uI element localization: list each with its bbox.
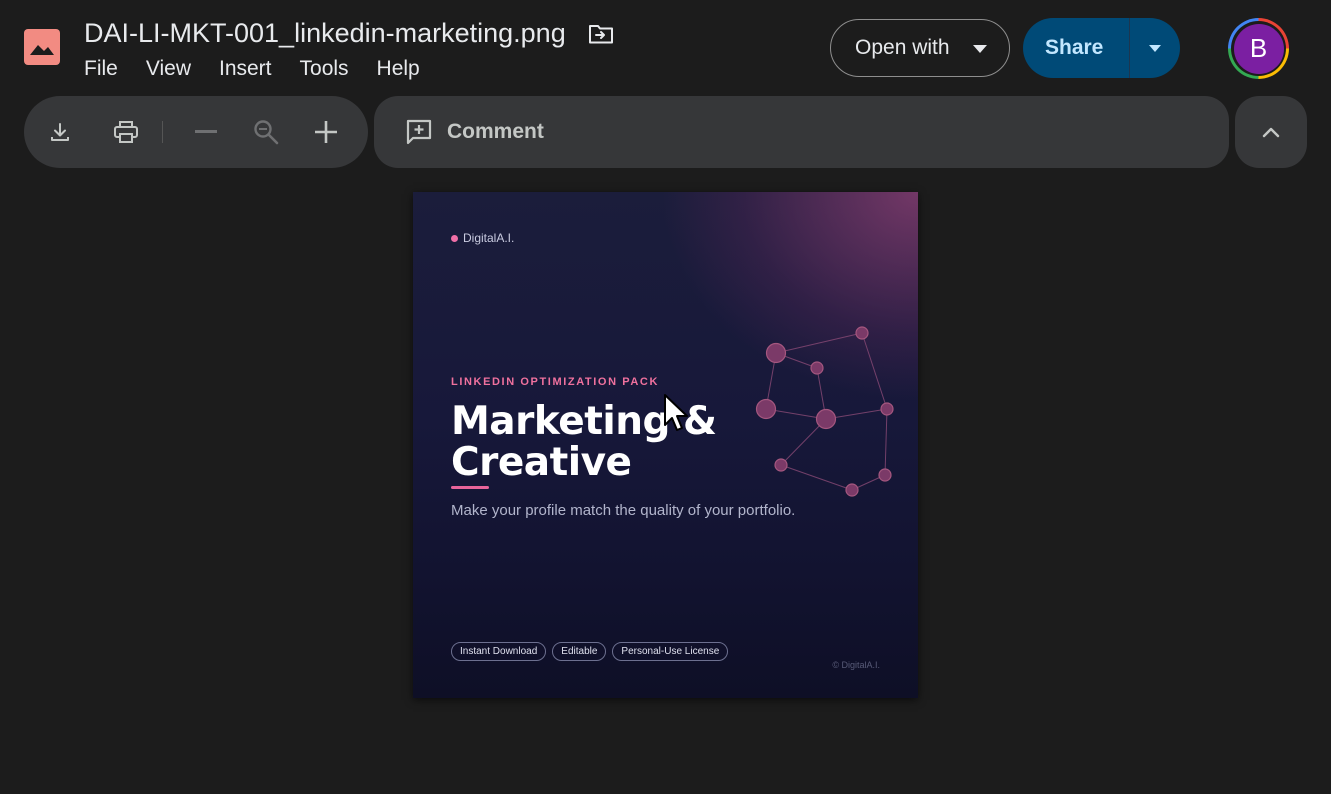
add-comment-icon — [406, 119, 432, 145]
zoom-in-button[interactable] — [310, 116, 342, 148]
move-to-folder-icon[interactable] — [587, 22, 615, 46]
eyebrow-label: LINKEDIN OPTIMIZATION PACK — [451, 376, 660, 388]
download-button[interactable] — [44, 116, 76, 148]
print-button[interactable] — [110, 116, 142, 148]
brand-mark: DigitalA.I. — [451, 231, 514, 245]
avatar: B — [1233, 23, 1284, 74]
comment-label: Comment — [447, 120, 544, 143]
menu-view[interactable]: View — [146, 56, 191, 82]
badge-editable: Editable — [552, 642, 607, 661]
share-options-button[interactable] — [1130, 18, 1180, 78]
print-icon — [114, 121, 138, 143]
feature-badges: Instant Download Editable Personal-Use L… — [451, 642, 729, 661]
caret-down-icon — [1149, 44, 1161, 52]
badge-instant-download: Instant Download — [451, 642, 547, 661]
comment-button[interactable]: Comment — [374, 96, 1229, 168]
brand-dot-icon — [451, 234, 458, 242]
open-with-button[interactable]: Open with — [830, 19, 1010, 77]
menu-insert[interactable]: Insert — [219, 56, 272, 82]
copyright-notice: © DigitalA.I. — [832, 660, 880, 670]
mouse-cursor-icon — [664, 394, 688, 431]
zoom-out-button[interactable] — [190, 116, 222, 148]
zoom-in-icon — [315, 121, 337, 143]
menu-bar: File View Insert Tools Help — [84, 56, 448, 82]
file-title: DAI-LI-MKT-001_linkedin-marketing.png — [84, 18, 566, 48]
download-icon — [51, 123, 69, 141]
chevron-up-icon — [1262, 127, 1280, 138]
tagline: Make your profile match the quality of y… — [451, 502, 796, 519]
image-preview: DigitalA.I. LINKEDIN OPTIMIZATION PACK M… — [413, 192, 918, 698]
share-label: Share — [1045, 36, 1104, 59]
share-button[interactable]: Share — [1023, 18, 1130, 78]
share-button-group: Share — [1023, 18, 1180, 78]
image-file-icon — [24, 29, 60, 65]
menu-help[interactable]: Help — [377, 56, 420, 82]
open-with-label: Open with — [855, 36, 950, 59]
menu-tools[interactable]: Tools — [300, 56, 349, 82]
menu-file[interactable]: File — [84, 56, 118, 82]
headline-line-2: Creative — [451, 440, 632, 485]
badge-license: Personal-Use License — [612, 642, 729, 661]
zoom-out-icon — [195, 130, 217, 133]
headline-underline — [451, 486, 489, 489]
account-avatar[interactable]: B — [1228, 18, 1289, 79]
collapse-toolbar-button[interactable] — [1235, 96, 1307, 168]
caret-down-icon — [973, 45, 987, 53]
zoom-reset-button[interactable] — [250, 116, 282, 148]
brand-name: DigitalA.I. — [463, 231, 515, 245]
network-graph-illustration — [755, 326, 894, 497]
zoom-reset-icon — [254, 120, 279, 145]
toolbar-divider — [162, 121, 163, 143]
viewer-toolbar — [24, 96, 368, 168]
